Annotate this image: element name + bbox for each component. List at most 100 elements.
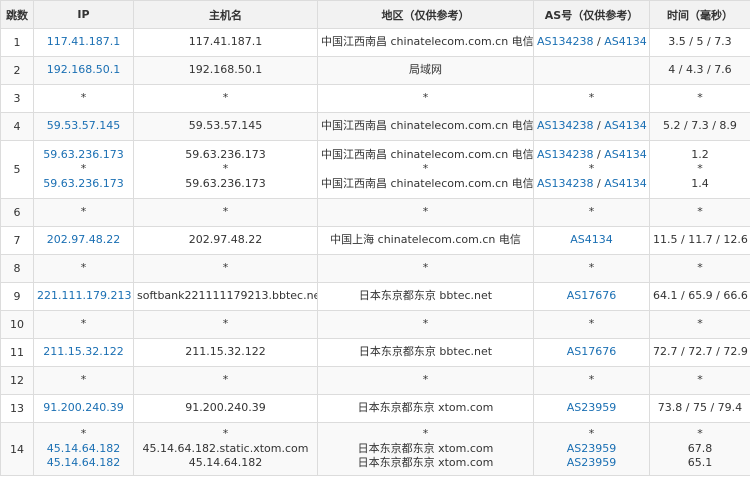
host-cell: * [133,84,318,113]
ip-text: * [80,162,87,176]
as-link[interactable]: AS134238 [537,119,594,132]
ip-cell: 59.53.57.145 [33,112,134,141]
as-separator: / [593,176,605,190]
time-cell: 11.5 / 11.7 / 12.6 [649,226,750,255]
time-cell: * [649,198,750,227]
time-text: 5.2 / 7.3 / 8.9 [663,119,737,133]
host-text: * [222,317,229,331]
time-text: 65.1 [687,456,713,470]
as-link[interactable]: AS4134 [604,35,647,48]
as-link[interactable]: AS17676 [567,345,617,358]
time-cell: 4 / 4.3 / 7.6 [649,56,750,85]
region-text: 日本东京都东京 bbtec.net [358,345,493,359]
ip-link[interactable]: 211.15.32.122 [37,345,130,360]
ip-link[interactable]: 45.14.64.182 [37,456,130,471]
region-text: 日本东京都东京 xtom.com [357,401,494,415]
as-separator: / [593,147,605,161]
as-link[interactable]: AS23959 [567,456,617,469]
ip-cell: * 45.14.64.182 45.14.64.182 [33,422,134,476]
ip-link[interactable]: 192.168.50.1 [37,63,130,78]
as-cell [533,56,650,85]
as-cell: AS4134 [533,226,650,255]
host-text: * [222,162,229,176]
as-line [537,63,646,78]
as-line: * [537,91,646,106]
as-line: AS134238 / AS4134 [537,35,647,50]
time-text: 73.8 / 75 / 79.4 [657,401,743,415]
as-line: * [537,205,646,220]
region-cell: 中国江西南昌 chinatelecom.com.cn 电信 [317,28,534,57]
as-link[interactable]: AS23959 [567,442,617,455]
region-text: 日本东京都东京 bbtec.net [358,289,493,303]
as-cell: * [533,310,650,339]
region-text: 中国上海 chinatelecom.com.cn 电信 [330,233,521,247]
as-link[interactable]: AS134238 [537,148,594,161]
ip-link[interactable]: 59.63.236.173 [37,177,130,192]
ip-link[interactable]: 45.14.64.182 [37,442,130,457]
table-row: 6 * * * * * [0,198,750,227]
region-cell: 中国江西南昌 chinatelecom.com.cn 电信 [317,112,534,141]
ip-cell: 192.168.50.1 [33,56,134,85]
hop-cell: 2 [0,56,34,85]
ip-link[interactable]: 59.63.236.173 [37,148,130,163]
host-text: * [222,205,229,219]
as-link[interactable]: AS4134 [604,177,647,190]
as-link[interactable]: AS4134 [604,148,647,161]
as-link[interactable]: AS4134 [604,119,647,132]
as-link[interactable]: AS17676 [567,289,617,302]
region-text: 中国江西南昌 chinatelecom.com.cn 电信 [321,119,534,133]
table-row: 4 59.53.57.145 59.53.57.145 中国江西南昌 chinatel… [0,112,750,141]
hop-cell: 13 [0,394,34,423]
ip-cell: 202.97.48.22 [33,226,134,255]
host-cell: 117.41.187.1 [133,28,318,57]
time-cell: * [649,310,750,339]
host-cell: 59.53.57.145 [133,112,318,141]
time-cell: 5.2 / 7.3 / 8.9 [649,112,750,141]
region-text: 日本东京都东京 xtom.com [357,441,494,455]
table-row: 2 192.168.50.1 192.168.50.1 局域网 4 / 4.3 / 7… [0,56,750,85]
ip-link[interactable]: 91.200.240.39 [37,401,130,416]
hop-cell: 1 [0,28,34,57]
as-line: AS17676 [537,289,646,304]
ip-link[interactable]: 59.53.57.145 [37,119,130,134]
region-text: * [422,205,429,219]
ip-cell: * [33,254,134,283]
hop-cell: 14 [0,422,34,476]
region-cell: 中国江西南昌 chinatelecom.com.cn 电信 * 中国江西南昌 chi… [317,140,534,199]
as-cell: AS17676 [533,338,650,367]
as-link[interactable]: AS134238 [537,35,594,48]
region-cell: 日本东京都东京 bbtec.net [317,338,534,367]
time-cell: 64.1 / 65.9 / 66.6 [649,282,750,311]
header-ip: IP [33,0,134,29]
ip-cell: * [33,366,134,395]
region-cell: 局域网 [317,56,534,85]
time-text: 1.2 [691,147,709,161]
host-text: 59.63.236.173 [185,147,266,161]
as-link[interactable]: AS23959 [567,401,617,414]
ip-link[interactable]: 221.111.179.213 [37,289,131,304]
ip-link[interactable]: 117.41.187.1 [37,35,130,50]
time-text: * [697,261,703,275]
table-row: 10 * * * * * [0,310,750,339]
ip-link[interactable]: 202.97.48.22 [37,233,130,248]
as-cell: * [533,84,650,113]
as-separator: / [593,119,605,133]
table-row: 12 * * * * * [0,366,750,395]
host-cell: 192.168.50.1 [133,56,318,85]
as-cell: AS134238 / AS4134 [533,28,650,57]
ip-text: * [80,91,87,105]
region-cell: * 日本东京都东京 xtom.com 日本东京都东京 xtom.com [317,422,534,476]
region-cell: * [317,254,534,283]
as-line: AS23959 [537,456,646,471]
host-text: 202.97.48.22 [188,233,263,247]
ip-cell: 91.200.240.39 [33,394,134,423]
as-link[interactable]: AS134238 [537,177,594,190]
as-link[interactable]: AS4134 [570,233,613,246]
region-cell: 日本东京都东京 xtom.com [317,394,534,423]
ip-text: * [80,427,87,441]
as-line: AS23959 [537,401,646,416]
host-cell: 211.15.32.122 [133,338,318,367]
time-text: 1.4 [691,176,709,190]
time-text: * [697,91,703,105]
hop-cell: 4 [0,112,34,141]
